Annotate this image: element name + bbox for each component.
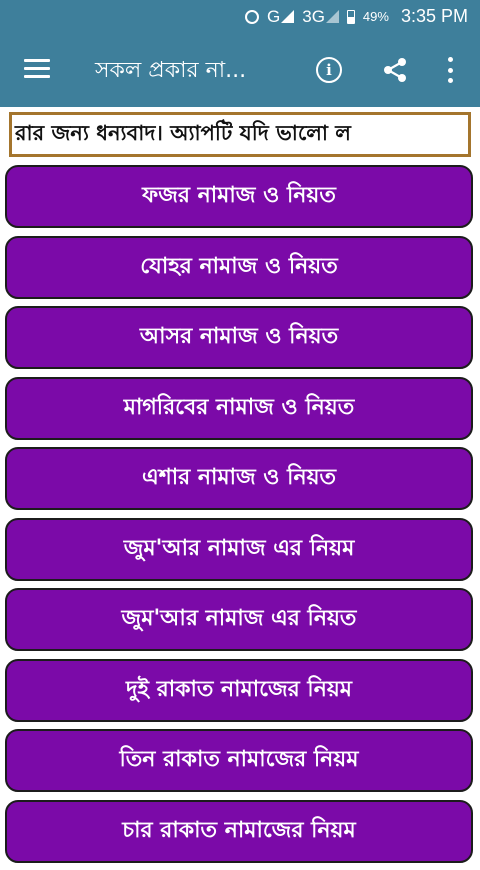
two-rakat-button[interactable]: দুই রাকাত নামাজের নিয়ম	[5, 658, 473, 722]
maghrib-button[interactable]: মাগরিবের নামাজ ও নিয়ত	[5, 376, 473, 440]
fajr-button[interactable]: ফজর নামাজ ও নিয়ত	[5, 165, 473, 228]
network-3g-label: 3G	[302, 6, 325, 26]
signal-3g-icon	[325, 10, 339, 23]
three-rakat-button[interactable]: তিন রাকাত নামাজের নিয়ম	[5, 729, 473, 792]
share-icon[interactable]	[382, 57, 408, 83]
menu-icon[interactable]	[24, 59, 50, 79]
battery-icon	[346, 9, 355, 24]
info-icon[interactable]: i	[316, 57, 342, 83]
jumuah-rules-button[interactable]: জুম'আর নামাজ এর নিয়ম	[5, 517, 473, 581]
signal-icon	[281, 10, 295, 23]
status-bar: G 3G 49% 3:35 PM	[0, 0, 480, 33]
clock: 3:35 PM	[400, 6, 468, 26]
prayer-button-list: ফজর নামাজ ও নিয়ত যোহর নামাজ ও নিয়ত আসর…	[5, 165, 475, 870]
marquee-banner: রার জন্য ধন্যবাদ। অ্যাপটি যদি ভালো ল	[9, 112, 471, 157]
app-bar: সকল প্রকার না... i	[0, 33, 480, 107]
battery-percent: 49%	[362, 9, 389, 24]
marquee-text: রার জন্য ধন্যবাদ। অ্যাপটি যদি ভালো ল	[15, 121, 351, 145]
zuhr-button[interactable]: যোহর নামাজ ও নিয়ত	[5, 235, 473, 299]
four-rakat-button[interactable]: চার রাকাত নামাজের নিয়ম	[5, 799, 473, 863]
app-title: সকল প্রকার না...	[95, 58, 247, 83]
more-vert-icon[interactable]	[440, 57, 460, 83]
network-g-label: G	[267, 6, 281, 26]
alarm-icon	[245, 9, 259, 24]
asr-button[interactable]: আসর নামাজ ও নিয়ত	[5, 306, 473, 369]
jumuah-niyat-button[interactable]: জুম'আর নামাজ এর নিয়ত	[5, 588, 473, 651]
isha-button[interactable]: এশার নামাজ ও নিয়ত	[5, 447, 473, 510]
